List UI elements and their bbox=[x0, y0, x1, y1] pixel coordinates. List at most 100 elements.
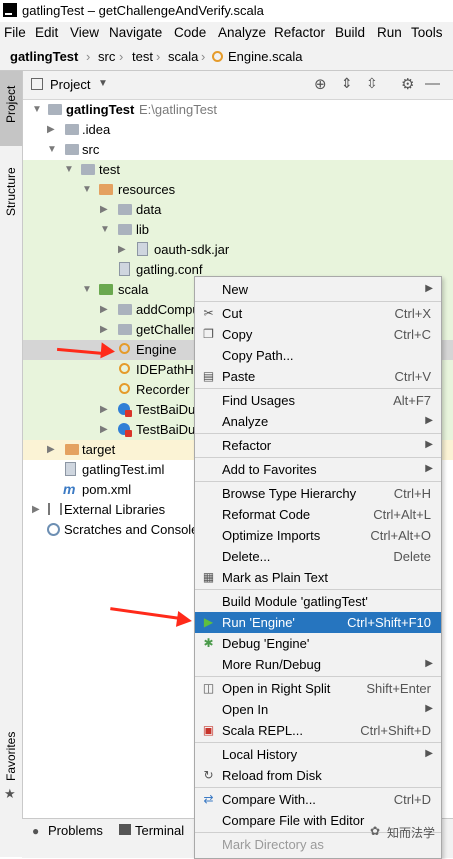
menu-item-copy[interactable]: ❐ Copy Ctrl+C bbox=[195, 324, 441, 345]
breadcrumb-scala[interactable]: scala bbox=[168, 49, 198, 64]
chevron-right-icon[interactable]: ▶ bbox=[47, 444, 57, 456]
chevron-right-icon[interactable]: ▶ bbox=[47, 124, 57, 136]
menu-item-local-history[interactable]: Local History ▶ bbox=[195, 744, 441, 765]
menu-item-cut[interactable]: ✂ Cut Ctrl+X bbox=[195, 303, 441, 324]
chevron-right-icon[interactable]: ▶ bbox=[100, 204, 110, 216]
menu-item-delete[interactable]: Delete... Delete bbox=[195, 546, 441, 567]
breadcrumb-separator-icon: › bbox=[156, 49, 161, 64]
folder-icon bbox=[81, 164, 95, 175]
menu-item-debug-engine[interactable]: ✱ Debug 'Engine' bbox=[195, 633, 441, 654]
menu-build[interactable]: Build bbox=[335, 25, 365, 40]
chevron-right-icon[interactable]: ▶ bbox=[32, 504, 42, 516]
folder-icon bbox=[118, 224, 132, 235]
menu-item-new[interactable]: New ▶ bbox=[195, 279, 441, 300]
tree-label: IDEPathHe bbox=[136, 362, 202, 377]
menu-item-scala-repl[interactable]: ▣ Scala REPL... Ctrl+Shift+D bbox=[195, 720, 441, 741]
tree-row-idea[interactable]: ▶ .idea bbox=[23, 120, 453, 140]
chevron-down-icon[interactable]: ▼ bbox=[82, 284, 92, 296]
tree-row-resources[interactable]: ▼ resources bbox=[23, 180, 453, 200]
watermark: ✿ 知而法学 bbox=[370, 823, 448, 841]
menu-item-optimize-imports[interactable]: Optimize Imports Ctrl+Alt+O bbox=[195, 525, 441, 546]
menu-item-analyze[interactable]: Analyze ▶ bbox=[195, 411, 441, 432]
chevron-down-icon[interactable]: ▼ bbox=[100, 224, 110, 236]
menu-item-paste[interactable]: ▤ Paste Ctrl+V bbox=[195, 366, 441, 387]
menu-item-shortcut: Ctrl+Shift+D bbox=[360, 723, 431, 738]
chevron-down-icon[interactable]: ▼ bbox=[64, 164, 74, 176]
tree-row-lib[interactable]: ▼ lib bbox=[23, 220, 453, 240]
scala-repl-icon: ▣ bbox=[202, 723, 215, 737]
menu-run[interactable]: Run bbox=[377, 25, 402, 40]
menu-item-run-engine[interactable]: ▶ Run 'Engine' Ctrl+Shift+F10 bbox=[195, 612, 441, 633]
menu-refactor[interactable]: Refactor bbox=[274, 25, 325, 40]
menu-item-label: Open In bbox=[222, 702, 269, 717]
menu-item-copy-path[interactable]: Copy Path... bbox=[195, 345, 441, 366]
menu-separator bbox=[195, 676, 441, 677]
menu-separator bbox=[195, 742, 441, 743]
run-icon: ▶ bbox=[203, 615, 214, 629]
menu-view[interactable]: View bbox=[70, 25, 99, 40]
menu-code[interactable]: Code bbox=[174, 25, 206, 40]
terminal-tab[interactable]: Terminal bbox=[135, 823, 184, 838]
tree-row-gatlingtest[interactable]: ▼ gatlingTest E:\gatlingTest bbox=[23, 100, 453, 120]
project-tab[interactable]: Project bbox=[0, 71, 22, 146]
menu-item-label: Compare With... bbox=[222, 792, 316, 807]
menu-file[interactable]: File bbox=[4, 25, 26, 40]
structure-tab[interactable]: Structure bbox=[0, 151, 22, 223]
menu-item-more-run-debug[interactable]: More Run/Debug ▶ bbox=[195, 654, 441, 675]
chevron-down-icon[interactable]: ▼ bbox=[47, 144, 57, 156]
red-annotation-arrow bbox=[110, 607, 180, 620]
expand-all-icon[interactable]: ⇕ bbox=[341, 75, 353, 92]
menu-item-reformat-code[interactable]: Reformat Code Ctrl+Alt+L bbox=[195, 504, 441, 525]
chevron-right-icon[interactable]: ▶ bbox=[118, 244, 128, 256]
tree-row-data[interactable]: ▶ data bbox=[23, 200, 453, 220]
menu-item-compare-with[interactable]: ⇄ Compare With... Ctrl+D bbox=[195, 789, 441, 810]
menu-analyze[interactable]: Analyze bbox=[218, 25, 266, 40]
menu-item-build-module[interactable]: Build Module 'gatlingTest' bbox=[195, 591, 441, 612]
breadcrumb-test[interactable]: test bbox=[132, 49, 153, 64]
menu-separator bbox=[195, 388, 441, 389]
menu-item-open-in-right-split[interactable]: ◫ Open in Right Split Shift+Enter bbox=[195, 678, 441, 699]
menu-item-reload-from-disk[interactable]: ↻ Reload from Disk bbox=[195, 765, 441, 786]
chevron-right-icon[interactable]: ▶ bbox=[100, 304, 110, 316]
chevron-right-icon[interactable]: ▶ bbox=[100, 424, 110, 436]
tree-row-oauth-jar[interactable]: ▶ oauth-sdk.jar bbox=[23, 240, 453, 260]
chevron-down-icon[interactable]: ▼ bbox=[32, 104, 42, 116]
tree-row-test[interactable]: ▼ test bbox=[23, 160, 453, 180]
scissors-icon: ✂ bbox=[203, 306, 214, 320]
module-folder-icon bbox=[48, 104, 62, 115]
chevron-down-icon[interactable]: ▼ bbox=[98, 78, 108, 89]
breadcrumb-src[interactable]: src bbox=[98, 49, 115, 64]
menu-item-mark-as-plain-text[interactable]: ▦ Mark as Plain Text bbox=[195, 567, 441, 588]
breadcrumb-file[interactable]: Engine.scala bbox=[228, 49, 302, 64]
favorites-tab[interactable]: Favorites ★ bbox=[0, 731, 22, 811]
menu-item-label: Copy Path... bbox=[222, 348, 294, 363]
menu-item-label: Copy bbox=[222, 327, 253, 342]
menu-navigate[interactable]: Navigate bbox=[109, 25, 162, 40]
minimize-icon[interactable]: — bbox=[425, 75, 440, 92]
jar-icon bbox=[137, 242, 148, 256]
scala-object-icon bbox=[119, 343, 130, 354]
menu-item-find-usages[interactable]: Find Usages Alt+F7 bbox=[195, 390, 441, 411]
gear-icon[interactable]: ⚙ bbox=[401, 75, 414, 93]
breadcrumb-project[interactable]: gatlingTest bbox=[10, 49, 78, 64]
chevron-right-icon[interactable]: ▶ bbox=[100, 324, 110, 336]
tree-row-src[interactable]: ▼ src bbox=[23, 140, 453, 160]
project-panel-title[interactable]: Project bbox=[50, 77, 90, 92]
paste-icon: ▤ bbox=[202, 369, 215, 383]
window-title: gatlingTest – getChallengeAndVerify.scal… bbox=[22, 3, 264, 18]
menu-item-shortcut: Ctrl+D bbox=[393, 792, 431, 807]
menu-tools[interactable]: Tools bbox=[411, 25, 443, 40]
problems-tab[interactable]: Problems bbox=[48, 823, 103, 838]
menu-item-label: New bbox=[222, 282, 249, 297]
chevron-down-icon[interactable]: ▼ bbox=[82, 184, 92, 196]
menu-item-refactor[interactable]: Refactor ▶ bbox=[195, 435, 441, 456]
menu-item-add-to-favorites[interactable]: Add to Favorites ▶ bbox=[195, 459, 441, 480]
locate-icon[interactable]: ⊕ bbox=[314, 75, 327, 93]
menu-item-open-in[interactable]: Open In ▶ bbox=[195, 699, 441, 720]
menu-separator bbox=[195, 433, 441, 434]
menu-edit[interactable]: Edit bbox=[35, 25, 58, 40]
collapse-all-icon[interactable]: ⇳ bbox=[366, 75, 378, 92]
menu-item-browse-type-hierarchy[interactable]: Browse Type Hierarchy Ctrl+H bbox=[195, 483, 441, 504]
menu-separator bbox=[195, 481, 441, 482]
chevron-right-icon[interactable]: ▶ bbox=[100, 404, 110, 416]
